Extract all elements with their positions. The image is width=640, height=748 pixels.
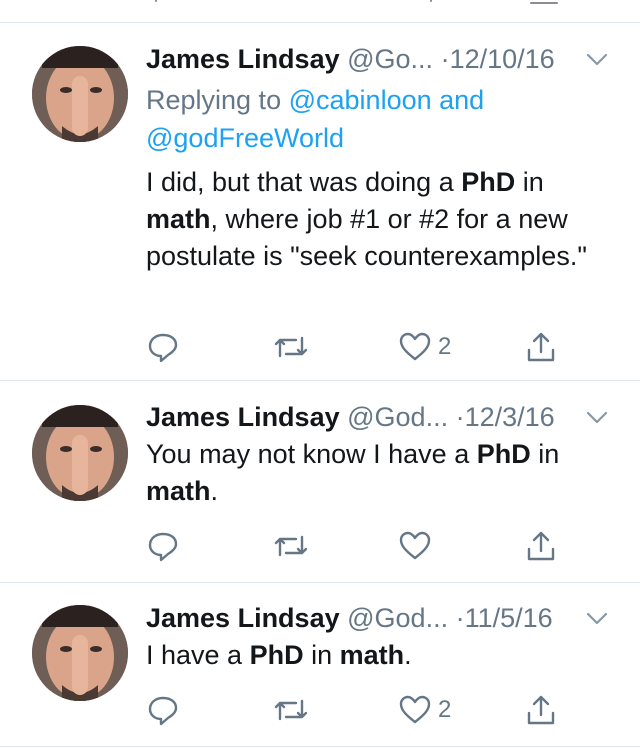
chevron-down-icon[interactable] — [584, 41, 610, 86]
retweet-button[interactable] — [272, 526, 310, 566]
tweet-date[interactable]: 12/3/16 — [465, 402, 555, 432]
action-bar: 2 — [146, 690, 586, 730]
bold-term: math — [146, 476, 211, 506]
like-button[interactable] — [398, 526, 438, 566]
heart-icon — [399, 332, 431, 361]
avatar[interactable] — [32, 46, 128, 142]
text-segment: , where job #1 or #2 for a new postulate… — [146, 204, 587, 271]
text-segment: I have a — [146, 640, 250, 670]
retweet-icon — [274, 535, 308, 557]
action-bar — [146, 526, 586, 566]
divider — [0, 746, 640, 747]
reply-icon — [148, 532, 178, 562]
text-segment: I did, but that was doing a — [146, 167, 462, 197]
share-icon — [527, 695, 555, 725]
reply-and: and — [439, 85, 485, 115]
text-segment: You may not know I have a — [146, 439, 477, 469]
tweet-text: I have a PhD in math. — [146, 637, 616, 674]
separator-dot: · — [455, 402, 465, 432]
share-button[interactable] — [524, 526, 558, 566]
tweet-text: I did, but that was doing a PhD in math,… — [146, 164, 616, 275]
tweet-date[interactable]: 12/10/16 — [450, 44, 555, 74]
separator-dot: · — [455, 603, 465, 633]
retweet-button[interactable] — [272, 690, 310, 730]
reply-mention[interactable]: @cabinloon — [289, 85, 432, 115]
reply-icon — [148, 333, 178, 363]
reply-icon — [148, 696, 178, 726]
bold-term: math — [146, 204, 211, 234]
tweet-item[interactable]: James Lindsay @God... ·11/5/16 I have a … — [0, 583, 640, 743]
replying-to-label: Replying to — [146, 85, 282, 115]
text-segment: . — [210, 476, 219, 506]
action-bar: 2 — [146, 327, 586, 367]
author-handle[interactable]: @Go... — [347, 44, 433, 74]
bold-term: PhD — [249, 640, 304, 670]
text-segment: in — [515, 167, 544, 197]
retweet-button[interactable] — [272, 327, 310, 367]
previous-tweet-actions-remnant — [0, 0, 640, 22]
author-name[interactable]: James Lindsay — [146, 603, 340, 633]
like-count: 2 — [438, 696, 452, 723]
bold-term: PhD — [461, 167, 516, 197]
heart-icon — [399, 531, 431, 560]
author-name[interactable]: James Lindsay — [146, 44, 340, 74]
share-button[interactable] — [524, 690, 558, 730]
tweet-text: You may not know I have a PhD in math. — [146, 436, 616, 510]
tweet-item[interactable]: James Lindsay @God... ·12/3/16 You may n… — [0, 381, 640, 581]
share-icon — [527, 332, 555, 362]
like-button[interactable]: 2 — [398, 690, 451, 730]
separator-dot: · — [440, 44, 450, 74]
tweet-date[interactable]: 11/5/16 — [465, 603, 553, 633]
text-segment: in — [530, 439, 560, 469]
text-segment: . — [404, 640, 412, 670]
like-count: 2 — [438, 333, 452, 360]
bold-term: math — [339, 640, 405, 670]
avatar[interactable] — [32, 405, 128, 501]
like-button[interactable]: 2 — [398, 327, 451, 367]
avatar[interactable] — [32, 605, 128, 701]
retweet-icon — [274, 699, 308, 721]
share-icon — [527, 531, 555, 561]
reply-button[interactable] — [146, 690, 180, 730]
text-segment: in — [303, 640, 340, 670]
replying-to: Replying to @cabinloon and @godFreeWorld — [146, 81, 606, 157]
reply-button[interactable] — [146, 526, 180, 566]
heart-icon — [399, 695, 431, 724]
tweet-item[interactable]: James Lindsay @Go... ·12/10/16 Replying … — [0, 22, 640, 380]
author-name[interactable]: James Lindsay — [146, 402, 340, 432]
reply-button[interactable] — [146, 327, 180, 367]
share-button[interactable] — [524, 327, 558, 367]
reply-mention[interactable]: @godFreeWorld — [146, 123, 344, 153]
author-handle[interactable]: @God... — [347, 603, 448, 633]
retweet-icon — [274, 336, 308, 358]
bold-term: PhD — [476, 439, 531, 469]
author-handle[interactable]: @God... — [347, 402, 448, 432]
